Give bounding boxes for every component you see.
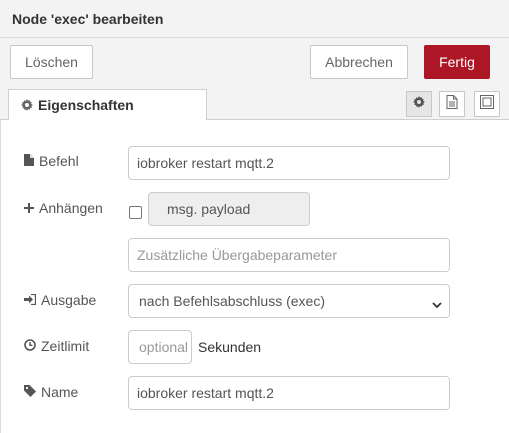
- command-label: Befehl: [24, 153, 79, 169]
- output-select-value: nach Befehlsabschluss (exec): [139, 293, 325, 309]
- append-payload-checkbox[interactable]: [129, 206, 142, 219]
- dialog-title: Node 'exec' bearbeiten: [12, 11, 164, 27]
- extra-params-input[interactable]: Zusätzliche Übergabeparameter: [128, 238, 450, 272]
- tab-properties-label: Eigenschaften: [38, 97, 134, 113]
- chevron-down-icon: [432, 296, 442, 312]
- tag-icon: [24, 384, 36, 400]
- delete-button[interactable]: Löschen: [10, 45, 93, 79]
- clock-icon: [24, 338, 36, 354]
- document-icon: [446, 94, 458, 114]
- command-input[interactable]: iobroker restart mqtt.2: [128, 146, 450, 180]
- cancel-button[interactable]: Abbrechen: [310, 45, 408, 79]
- appearance-tab-button[interactable]: [474, 91, 500, 117]
- description-tab-button[interactable]: [439, 91, 465, 117]
- timeout-input[interactable]: optional: [128, 330, 192, 364]
- timeout-unit: Sekunden: [198, 339, 262, 355]
- name-label: Name: [24, 384, 78, 400]
- payload-field: msg. payload: [148, 192, 310, 226]
- done-button[interactable]: Fertig: [424, 45, 490, 79]
- plus-icon: [24, 200, 34, 216]
- output-label: Ausgabe: [24, 292, 96, 308]
- layout-icon: [480, 94, 494, 114]
- file-icon: [24, 153, 34, 169]
- gear-icon: [413, 95, 425, 113]
- timeout-label: Zeitlimit: [24, 338, 89, 354]
- sign-in-icon: [24, 292, 37, 308]
- settings-tab-button[interactable]: [406, 91, 432, 117]
- gear-icon: [21, 98, 33, 114]
- name-input[interactable]: iobroker restart mqtt.2: [128, 376, 450, 410]
- dialog-header: Node 'exec' bearbeiten: [0, 0, 509, 38]
- append-label: Anhängen: [24, 200, 103, 216]
- tab-properties[interactable]: Eigenschaften: [8, 89, 207, 121]
- output-select[interactable]: nach Befehlsabschluss (exec): [128, 284, 450, 318]
